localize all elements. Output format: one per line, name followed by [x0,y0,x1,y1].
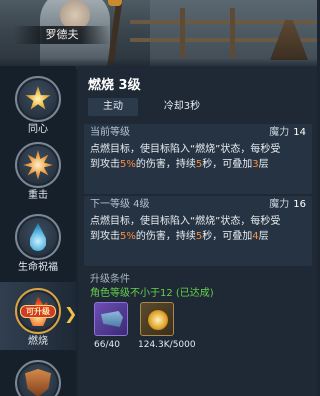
skill-label: 同心 [28,124,48,135]
current-level-label: 当前等级 [90,127,130,138]
gold-star-icon [25,86,51,110]
desc-highlight: 5% [120,231,136,242]
skill-item-burn[interactable]: 可升级 燃烧 [0,282,76,350]
skill-item-life-blessing[interactable]: 生命祝福 [8,214,68,274]
next-level-label: 下一等级 4级 [90,199,150,210]
skill-label: 生命祝福 [18,262,58,273]
desc-text: 秒，可叠加 [202,159,253,170]
character-name: 罗德夫 [14,26,110,44]
chevron-right-icon: ❯ [64,304,78,323]
material-item-scroll[interactable] [94,302,128,336]
mana-value: 14 [293,127,306,138]
mana-cost: 魔力 16 [269,196,306,214]
desc-text: 秒，可叠加 [202,231,253,242]
current-level-description: 点燃目标，使目标陷入“燃烧”状态，每秒受 到攻击5%的伤害，持续5秒，可叠加3层 [84,142,312,178]
upgrade-requirements-title: 升级条件 [90,274,130,285]
burst-icon [23,150,53,180]
skill-item-shield[interactable] [8,360,68,396]
desc-text: 层 [258,231,269,242]
next-level-description: 点燃目标，使目标陷入“燃烧”状态，每秒受 到攻击5%的伤害，持续5秒，可叠加4层 [84,214,312,250]
desc-text: 层 [258,159,269,170]
skill-ring [15,76,61,122]
mana-value: 16 [293,199,306,210]
skill-ring [15,214,61,260]
flag-scroll-icon [101,311,123,327]
gold-coin-icon [147,309,169,331]
material-amount: 124.3K/5000 [138,340,196,350]
skill-ring [15,142,61,188]
next-level-block: 下一等级 4级 魔力 16 点燃目标，使目标陷入“燃烧”状态，每秒受 到攻击5%的… [84,196,312,266]
skill-label: 燃烧 [28,336,48,347]
skill-title: 燃烧 3级 [88,78,141,93]
upgrade-condition: 角色等级不小于12 (已达成) [90,288,214,299]
desc-text: 的伤害，持续 [135,159,196,170]
upgradeable-badge: 可升级 [20,305,56,318]
current-level-header: 当前等级 魔力 14 [84,124,312,142]
next-level-header: 下一等级 4级 魔力 16 [84,196,312,214]
skill-list: 同心 重击 生命祝福 可升级 燃烧 [0,66,76,396]
mana-label: 魔力 [269,199,290,210]
skill-type-tag: 主动 [88,98,138,116]
skill-ring [15,360,61,396]
desc-text: 的伤害，持续 [135,231,196,242]
lantern-icon [108,0,122,6]
skill-item-tongxin[interactable]: 同心 [8,76,68,136]
water-drop-icon [30,223,46,251]
desc-line: 点燃目标，使目标陷入“燃烧”状态，每秒受 [90,144,281,155]
background-post [180,8,185,58]
character-banner: 罗德夫 [0,0,317,70]
desc-highlight: 5% [120,159,136,170]
cooldown-tag: 冷却3秒 [163,101,201,112]
skill-detail-panel: 燃烧 3级 主动 冷却3秒 当前等级 魔力 14 点燃目标，使目标陷入“燃烧”状态… [78,66,317,396]
skill-label: 重击 [28,190,48,201]
desc-text: 到攻击 [90,231,120,242]
desc-line: 点燃目标，使目标陷入“燃烧”状态，每秒受 [90,216,281,227]
mana-cost: 魔力 14 [269,124,306,142]
material-item-coin[interactable] [140,302,174,336]
material-amount: 66/40 [94,340,120,350]
background-post [230,8,235,58]
shield-icon [25,369,51,396]
current-level-block: 当前等级 魔力 14 点燃目标，使目标陷入“燃烧”状态，每秒受 到攻击5%的伤害，… [84,124,312,194]
skill-item-zhongji[interactable]: 重击 [8,142,68,202]
mana-label: 魔力 [269,127,290,138]
desc-text: 到攻击 [90,159,120,170]
